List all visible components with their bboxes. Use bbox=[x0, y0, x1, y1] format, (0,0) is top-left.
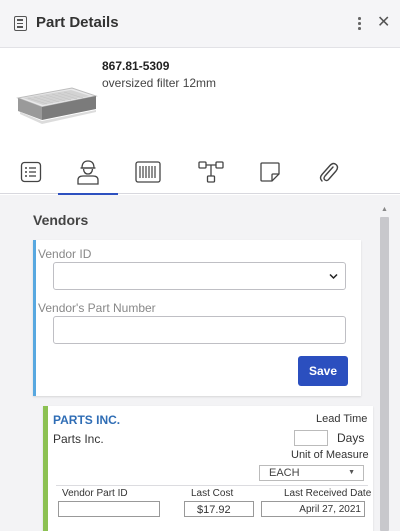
paperclip-icon bbox=[319, 162, 339, 182]
vendor-id-label: Vendor ID bbox=[38, 247, 92, 261]
kebab-menu-icon[interactable] bbox=[354, 16, 364, 32]
last-received-date-label: Last Received Date bbox=[284, 488, 372, 499]
hierarchy-icon bbox=[198, 161, 224, 183]
part-description: oversized filter 12mm bbox=[102, 76, 217, 90]
lead-time-input[interactable] bbox=[294, 430, 328, 446]
scrollbar-thumb[interactable] bbox=[380, 217, 389, 531]
vendor-part-id-label: Vendor Part ID bbox=[62, 488, 128, 499]
tab-hierarchy[interactable] bbox=[193, 156, 229, 188]
tab-notes[interactable] bbox=[252, 156, 288, 188]
section-title: Vendors bbox=[33, 212, 89, 228]
tab-list[interactable] bbox=[13, 156, 49, 188]
tab-vendors[interactable] bbox=[58, 156, 118, 195]
unit-of-measure-value: EACH bbox=[269, 467, 300, 479]
list-icon bbox=[20, 161, 42, 183]
part-number: 867.81-5309 bbox=[102, 59, 170, 73]
panel-header: Part Details ✕ bbox=[0, 0, 400, 48]
product-summary: 867.81-5309 oversized filter 12mm bbox=[0, 48, 400, 150]
caret-down-icon: ▼ bbox=[348, 469, 355, 476]
filter-image bbox=[16, 87, 98, 124]
last-cost-field: $17.92 bbox=[184, 501, 254, 517]
chevron-down-icon bbox=[329, 273, 338, 280]
tab-barcode[interactable] bbox=[130, 156, 166, 188]
panel-title: Part Details bbox=[36, 14, 119, 31]
tab-attachments[interactable] bbox=[310, 156, 346, 188]
document-list-icon bbox=[14, 16, 27, 31]
vendor-person-icon bbox=[77, 160, 99, 185]
vendor-id-select[interactable] bbox=[53, 262, 346, 290]
detail-tabs bbox=[0, 150, 400, 195]
last-cost-label: Last Cost bbox=[191, 488, 234, 499]
close-icon[interactable]: ✕ bbox=[377, 14, 390, 32]
last-received-date-value: April 27, 2021 bbox=[299, 504, 361, 515]
divider bbox=[56, 485, 368, 486]
add-vendor-form: Vendor ID Vendor's Part Number Save bbox=[33, 240, 361, 396]
note-icon bbox=[260, 162, 280, 182]
days-label: Days bbox=[337, 431, 365, 445]
barcode-icon bbox=[135, 161, 161, 183]
unit-of-measure-select[interactable]: EACH ▼ bbox=[259, 465, 364, 481]
unit-of-measure-label: Unit of Measure bbox=[291, 449, 369, 461]
vendor-subtitle: Parts Inc. bbox=[53, 432, 104, 446]
scroll-up-arrow-icon[interactable]: ▲ bbox=[380, 205, 389, 214]
vendor-part-number-input[interactable] bbox=[53, 316, 346, 344]
vendor-part-number-label: Vendor's Part Number bbox=[38, 301, 156, 315]
vendor-card: PARTS INC. Parts Inc. Lead Time Days Uni… bbox=[43, 406, 373, 531]
last-cost-value: $17.92 bbox=[197, 504, 231, 516]
last-received-date-field: April 27, 2021 bbox=[261, 501, 365, 517]
vendor-part-id-field[interactable] bbox=[58, 501, 160, 517]
lead-time-label: Lead Time bbox=[316, 413, 368, 425]
save-button[interactable]: Save bbox=[298, 356, 348, 386]
vendor-name[interactable]: PARTS INC. bbox=[53, 413, 120, 427]
vendors-panel: ▲ Vendors Vendor ID Vendor's Part Number… bbox=[0, 195, 400, 531]
